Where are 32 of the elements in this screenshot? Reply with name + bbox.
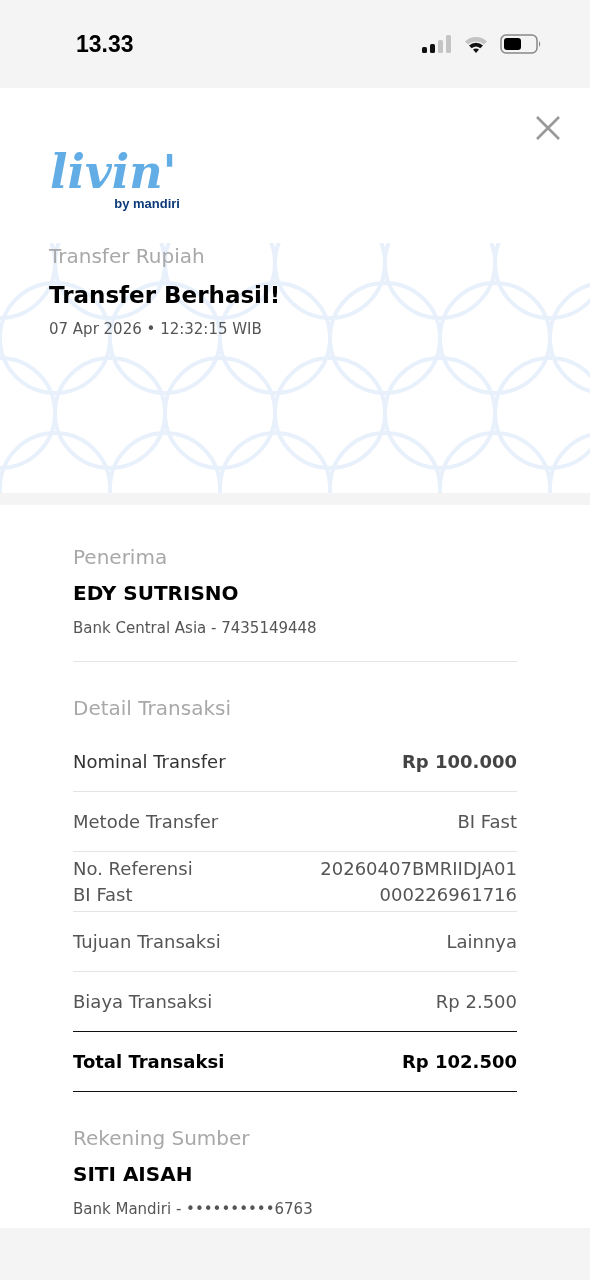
recipient-account: Bank Central Asia - 7435149448 xyxy=(73,619,317,637)
status-time: 13.33 xyxy=(76,30,134,58)
detail-value: Lainnya xyxy=(446,931,517,952)
detail-value: 000226961716 xyxy=(379,882,517,907)
logo-wordmark: livin' xyxy=(50,148,177,196)
transfer-datetime: 07 Apr 2026 • 12:32:15 WIB xyxy=(49,320,262,338)
source-account: Bank Mandiri - ••••••••••6763 xyxy=(73,1200,313,1218)
detail-value: 20260407BMRIIDJA01 xyxy=(320,856,517,881)
detail-label: BI Fast xyxy=(73,882,134,907)
source-name: SITI AISAH xyxy=(73,1162,193,1186)
wifi-icon xyxy=(464,34,488,54)
success-title: Transfer Berhasil! xyxy=(49,282,281,308)
detail-label: Tujuan Transaksi xyxy=(73,931,221,952)
close-button[interactable] xyxy=(536,116,560,140)
detail-value: Rp 100.000 xyxy=(402,751,517,772)
detail-label: Metode Transfer xyxy=(73,811,219,832)
section-label: Penerima xyxy=(73,545,168,569)
detail-label: Nominal Transfer xyxy=(73,751,226,772)
transfer-category: Transfer Rupiah xyxy=(49,244,205,268)
detail-label: No. Referensi xyxy=(73,856,193,881)
detail-value: BI Fast xyxy=(457,811,517,832)
recipient-name: EDY SUTRISNO xyxy=(73,581,239,605)
section-label: Rekening Sumber xyxy=(73,1126,250,1150)
close-icon xyxy=(536,116,560,140)
detail-value: Rp 2.500 xyxy=(435,991,517,1012)
detail-label: Biaya Transaksi xyxy=(73,991,213,1012)
signal-icon xyxy=(422,34,452,54)
logo-subtitle: by mandiri xyxy=(114,196,180,211)
section-label: Detail Transaksi xyxy=(73,696,231,720)
battery-icon xyxy=(500,34,542,54)
detail-value: Rp 102.500 xyxy=(402,1051,517,1072)
detail-label: Total Transaksi xyxy=(73,1051,225,1072)
